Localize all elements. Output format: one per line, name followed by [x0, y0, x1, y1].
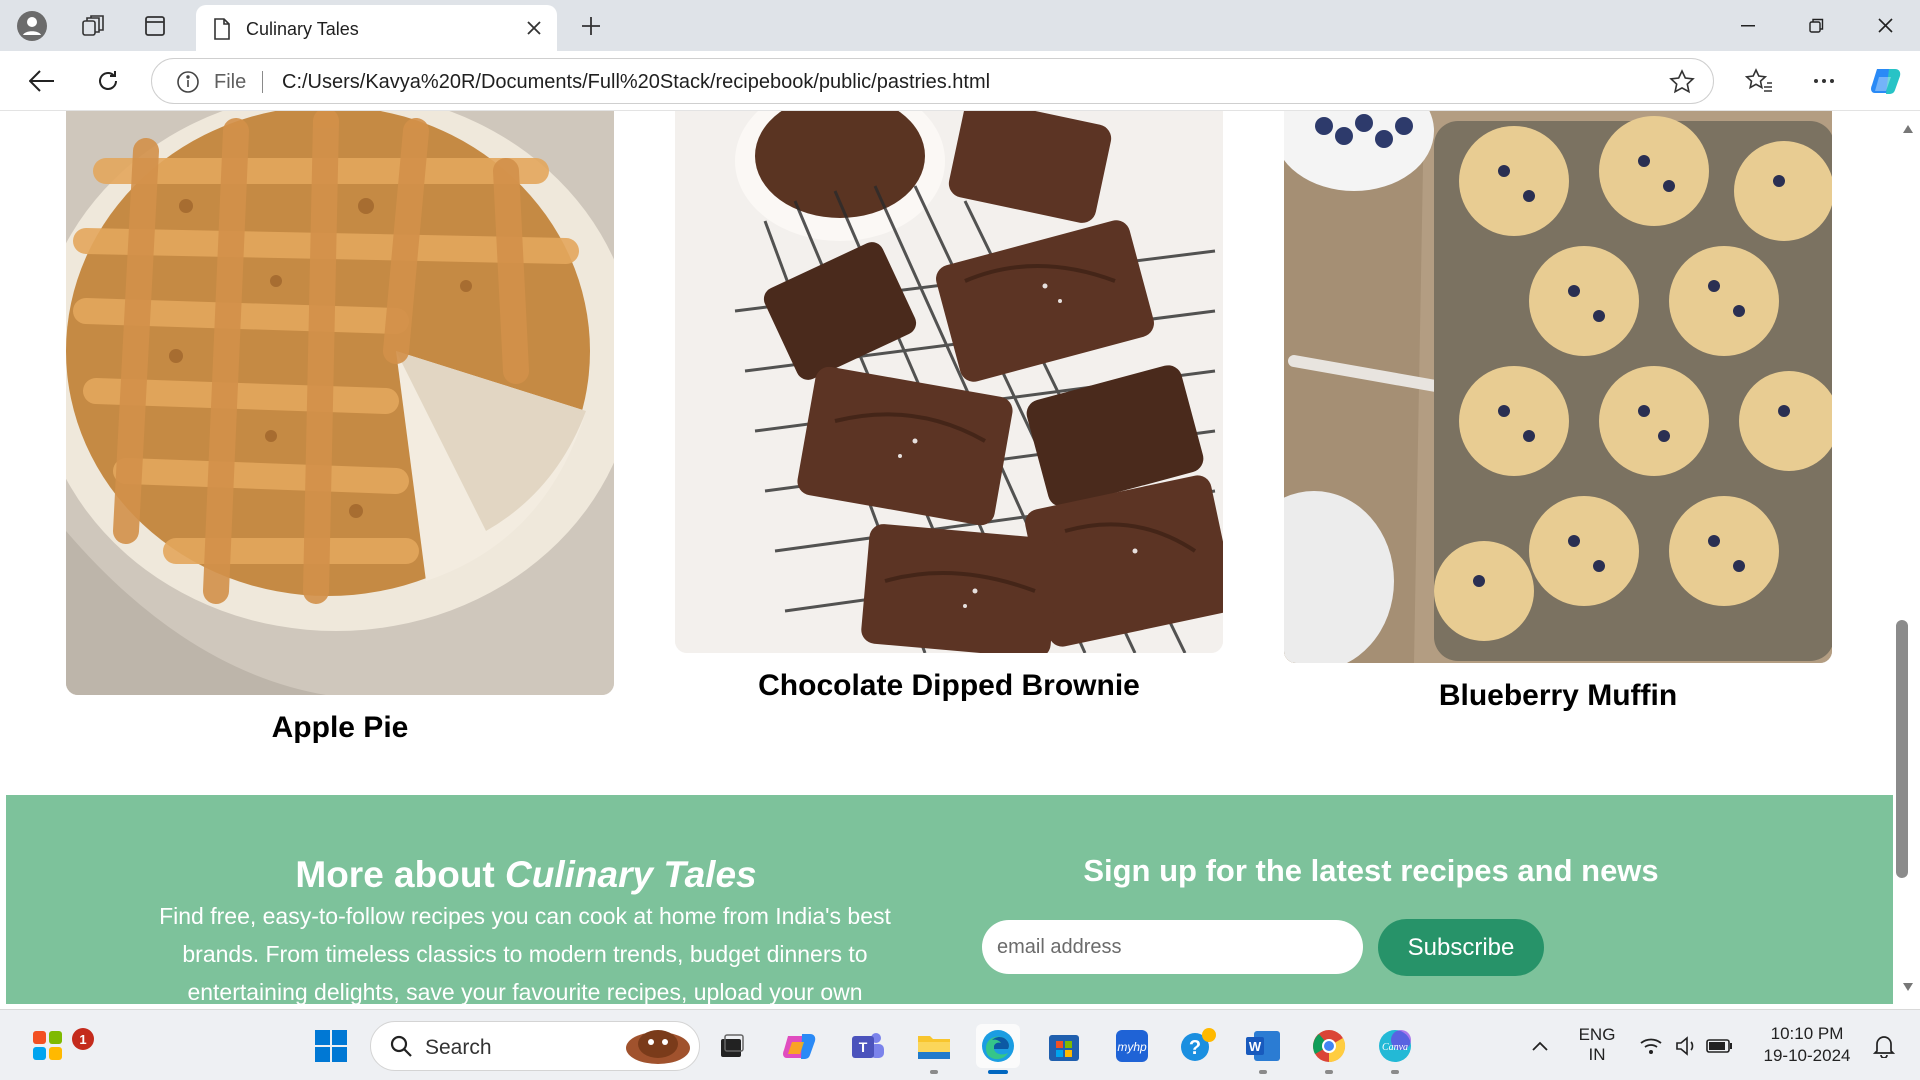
weather-widget-icon[interactable]: 1	[26, 1024, 94, 1068]
copilot-icon[interactable]	[1866, 61, 1906, 101]
store-icon[interactable]	[1042, 1024, 1086, 1068]
about-heading-prefix: More about	[295, 854, 506, 895]
workspaces-icon[interactable]	[74, 7, 112, 45]
running-indicator	[930, 1070, 938, 1074]
copilot-taskbar-icon[interactable]	[778, 1024, 822, 1068]
search-highlight-icon	[623, 1026, 693, 1071]
tab-title: Culinary Tales	[246, 19, 359, 39]
canva-icon[interactable]: Canva	[1373, 1024, 1417, 1074]
minimize-button[interactable]	[1714, 0, 1782, 51]
subscribe-button[interactable]: Subscribe	[1378, 919, 1544, 976]
recipe-title[interactable]: Apple Pie	[66, 711, 614, 745]
recipe-title[interactable]: Chocolate Dipped Brownie	[675, 669, 1223, 703]
search-label: Search	[425, 1036, 492, 1059]
running-indicator	[1259, 1070, 1267, 1074]
scroll-up-arrow-icon[interactable]	[1902, 121, 1914, 139]
svg-text:Canva: Canva	[1382, 1042, 1408, 1053]
chevron-up-icon[interactable]	[1518, 1024, 1562, 1068]
start-icon[interactable]	[309, 1024, 353, 1068]
url-scheme-label: File	[214, 71, 247, 93]
browser-titlebar: Culinary Tales	[0, 0, 1920, 51]
recipe-title[interactable]: Blueberry Muffin	[1284, 679, 1832, 713]
refresh-icon[interactable]	[88, 61, 128, 101]
new-tab-button[interactable]	[572, 7, 610, 45]
active-indicator	[988, 1070, 1008, 1074]
close-tab-icon[interactable]	[519, 13, 549, 43]
blueberry-muffin-image[interactable]	[1284, 111, 1832, 663]
windows-taskbar: 1 Search T myhp ? W Canva ENG IN 10:10 P…	[0, 1009, 1920, 1080]
running-indicator	[1391, 1070, 1399, 1074]
address-bar[interactable]: File C:/Users/Kavya%20R/Documents/Full%2…	[151, 58, 1714, 104]
search-icon	[389, 1034, 413, 1063]
back-icon[interactable]	[22, 61, 62, 101]
email-field[interactable]	[982, 920, 1363, 974]
clock-date: 19-10-2024	[1763, 1046, 1851, 1065]
language-label: ENG	[1578, 1025, 1616, 1044]
get-help-icon[interactable]: ?	[1176, 1024, 1220, 1068]
site-footer: More about Culinary Tales Find free, eas…	[6, 795, 1893, 1004]
vertical-tabs-icon[interactable]	[136, 7, 174, 45]
favorites-icon[interactable]	[1739, 61, 1779, 101]
more-options-icon[interactable]	[1804, 61, 1844, 101]
notification-badge: 1	[72, 1028, 94, 1050]
url-separator	[262, 71, 263, 93]
task-view-icon[interactable]	[710, 1024, 754, 1068]
network-volume-battery[interactable]	[1632, 1024, 1742, 1068]
chocolate-brownie-image[interactable]	[675, 111, 1223, 653]
file-explorer-icon[interactable]	[912, 1024, 956, 1074]
about-description: Find free, easy-to-follow recipes you ca…	[159, 903, 891, 1004]
screen: Culinary Tales File C:/Users/Kavya%20R/D…	[0, 0, 1920, 1080]
signup-title: Sign up for the latest recipes and news	[1083, 853, 1659, 888]
teams-icon[interactable]: T	[846, 1024, 890, 1068]
svg-text:T: T	[859, 1039, 868, 1055]
url-text[interactable]: C:/Users/Kavya%20R/Documents/Full%20Stac…	[282, 71, 990, 94]
scrollbar-thumb[interactable]	[1896, 620, 1908, 878]
clock-time: 10:10 PM	[1770, 1024, 1844, 1043]
svg-text:myhp: myhp	[1117, 1040, 1147, 1054]
scroll-down-arrow-icon[interactable]	[1902, 979, 1914, 997]
browser-navbar: File C:/Users/Kavya%20R/Documents/Full%2…	[0, 51, 1920, 111]
page-icon	[212, 17, 232, 46]
word-icon[interactable]: W	[1241, 1024, 1285, 1074]
region-label: IN	[1588, 1045, 1606, 1064]
info-icon[interactable]	[176, 70, 200, 99]
running-indicator	[1325, 1070, 1333, 1074]
apple-pie-image[interactable]	[66, 111, 614, 695]
language-indicator[interactable]: ENG IN	[1572, 1025, 1622, 1065]
about-heading: More about Culinary Tales	[166, 854, 886, 896]
taskbar-search[interactable]: Search	[370, 1021, 700, 1071]
myhp-icon[interactable]: myhp	[1110, 1024, 1154, 1068]
favorite-star-icon[interactable]	[1669, 69, 1695, 100]
chrome-icon[interactable]	[1307, 1024, 1351, 1074]
edge-icon[interactable]	[976, 1024, 1020, 1074]
svg-text:?: ?	[1189, 1037, 1201, 1059]
tab-culinary-tales[interactable]: Culinary Tales	[196, 5, 557, 51]
profile-icon[interactable]	[13, 7, 51, 45]
notification-bell-icon[interactable]	[1862, 1024, 1906, 1068]
restore-button[interactable]	[1782, 0, 1850, 51]
close-window-button[interactable]	[1851, 0, 1919, 51]
about-heading-brand: Culinary Tales	[505, 854, 757, 895]
svg-text:W: W	[1249, 1039, 1262, 1054]
page-viewport: Apple Pie Chocolate Dipped Brownie Blueb…	[0, 111, 1893, 1004]
clock[interactable]: 10:10 PM 19-10-2024	[1754, 1024, 1860, 1066]
